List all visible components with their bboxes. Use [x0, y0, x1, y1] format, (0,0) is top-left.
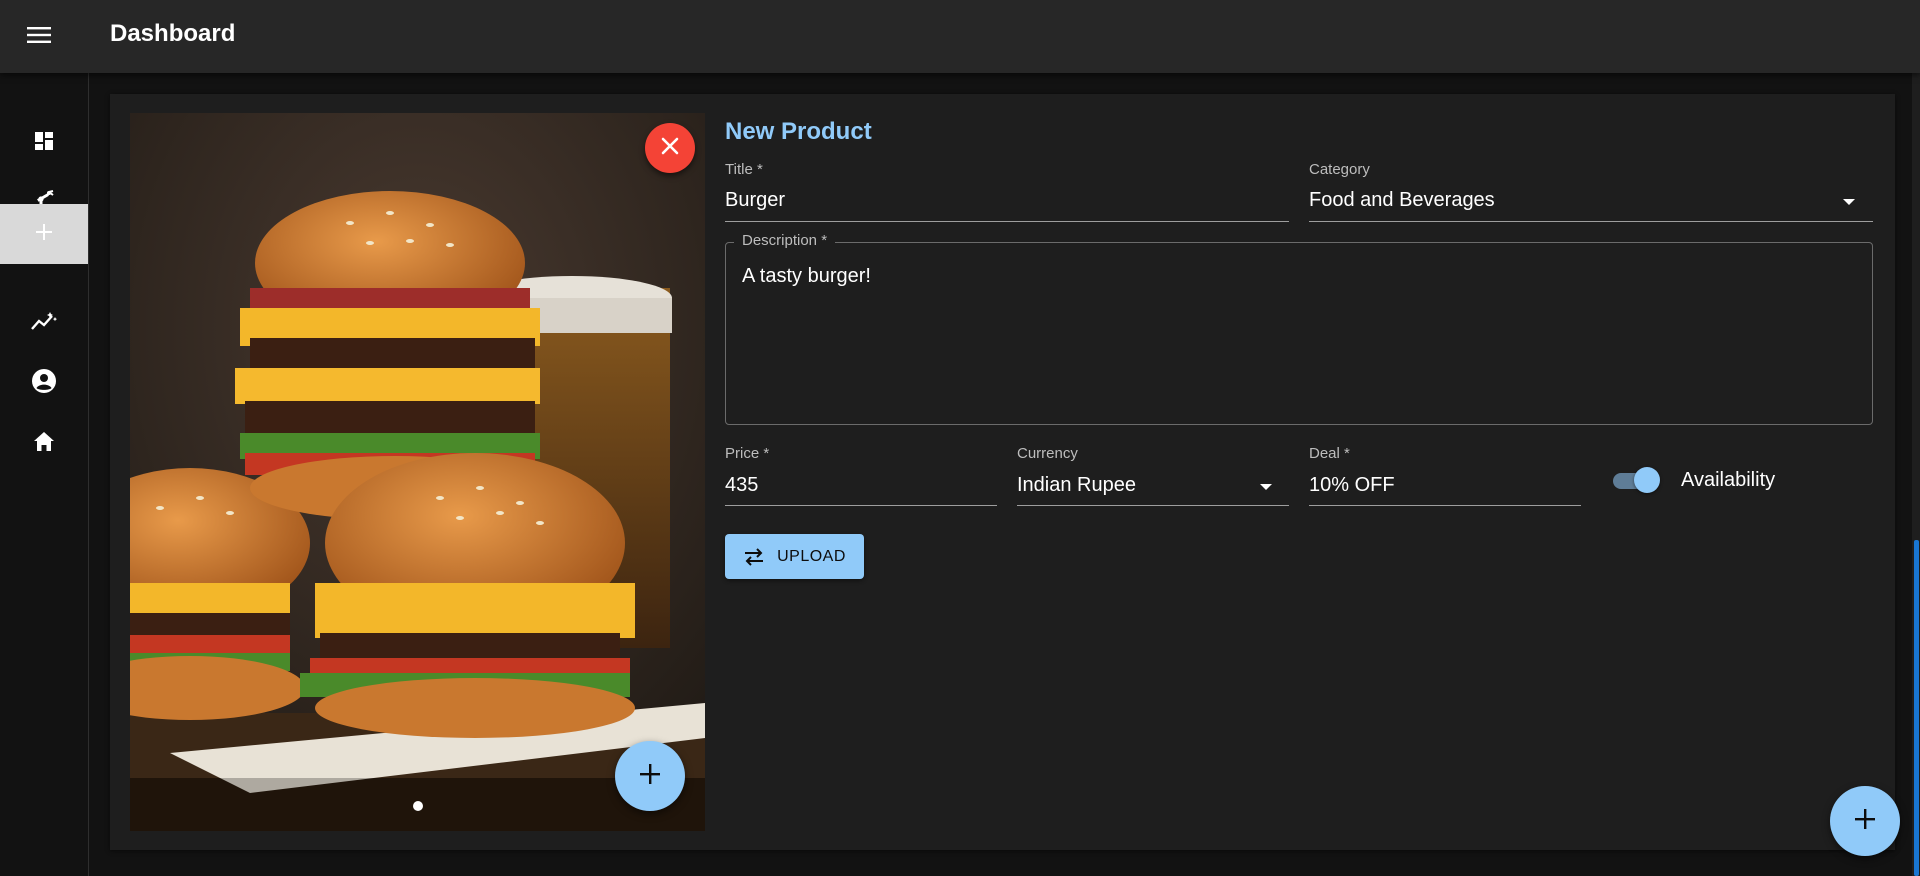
- upload-button[interactable]: UPLOAD: [725, 534, 864, 579]
- deal-field[interactable]: 10% OFF: [1309, 474, 1395, 497]
- title-underline: [725, 221, 1289, 222]
- add-icon: [639, 763, 661, 790]
- description-label: Description *: [734, 232, 836, 249]
- page-title: Dashboard: [110, 20, 236, 47]
- category-label: Category: [1309, 161, 1370, 178]
- form-heading: New Product: [725, 118, 872, 145]
- description-field[interactable]: [725, 242, 1873, 425]
- add-image-button[interactable]: [615, 741, 685, 811]
- analytics-icon: [30, 309, 58, 338]
- add-icon: [1854, 808, 1876, 835]
- app-bar: Dashboard: [0, 0, 1920, 73]
- title-field[interactable]: Burger: [725, 189, 785, 212]
- add-icon: [34, 222, 54, 247]
- description-text[interactable]: A tasty burger!: [742, 265, 871, 288]
- category-underline: [1309, 221, 1873, 222]
- availability-toggle-thumb[interactable]: [1634, 467, 1660, 493]
- chevron-down-icon[interactable]: [1260, 484, 1272, 490]
- sidebar-item-analytics[interactable]: [0, 293, 88, 353]
- currency-select[interactable]: Indian Rupee: [1017, 474, 1136, 497]
- scrollbar-thumb[interactable]: [1914, 540, 1919, 876]
- deal-underline: [1309, 505, 1581, 506]
- price-underline: [725, 505, 997, 506]
- price-field[interactable]: 435: [725, 474, 758, 497]
- title-label: Title *: [725, 161, 763, 178]
- category-select[interactable]: Food and Beverages: [1309, 189, 1495, 212]
- chevron-down-icon[interactable]: [1843, 199, 1855, 205]
- close-icon: [660, 136, 680, 161]
- account-circle-icon: [31, 368, 57, 399]
- home-icon: [31, 429, 57, 458]
- product-image: [130, 113, 705, 831]
- carousel-indicator[interactable]: [413, 801, 423, 811]
- sidebar-item-dashboard[interactable]: [0, 113, 88, 173]
- swap-icon: [743, 547, 765, 566]
- deal-label: Deal *: [1309, 445, 1350, 462]
- add-product-fab[interactable]: [1830, 786, 1900, 856]
- upload-label: UPLOAD: [777, 547, 846, 565]
- availability-label: Availability: [1681, 469, 1776, 491]
- burger-photo: [130, 113, 705, 831]
- currency-label: Currency: [1017, 445, 1078, 462]
- currency-underline: [1017, 505, 1289, 506]
- sidebar-item-account[interactable]: [0, 353, 88, 413]
- sidebar-item-add-product[interactable]: [0, 204, 88, 264]
- dashboard-icon: [32, 129, 56, 158]
- price-label: Price *: [725, 445, 770, 462]
- remove-image-button[interactable]: [645, 123, 695, 173]
- menu-icon[interactable]: [20, 16, 58, 54]
- sidebar: [0, 73, 89, 876]
- sidebar-item-home[interactable]: [0, 413, 88, 473]
